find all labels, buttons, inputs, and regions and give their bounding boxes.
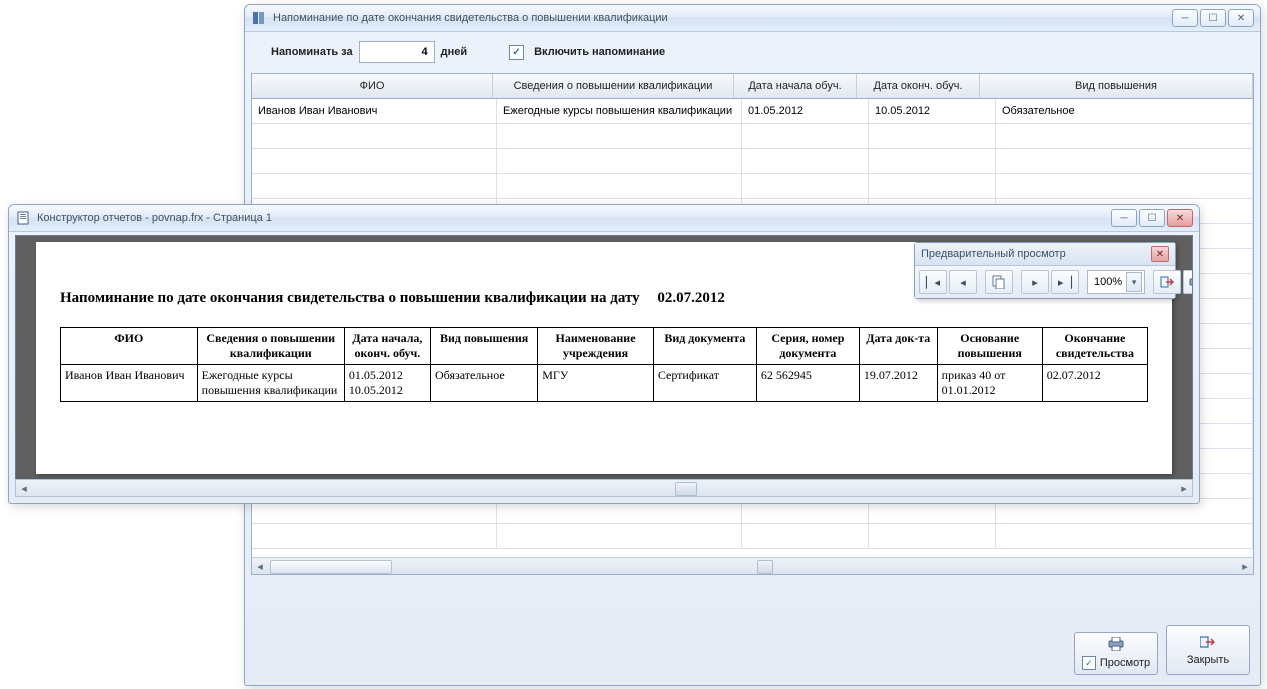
table-row[interactable]	[252, 149, 1253, 174]
table-row[interactable]	[252, 524, 1253, 549]
rpt-col: Основание повышения	[937, 328, 1042, 365]
exit-icon	[1200, 635, 1216, 652]
rpt-col: Дата начала, оконч. обуч.	[344, 328, 430, 365]
rpt-col: Дата док-та	[859, 328, 937, 365]
report-scrollbar[interactable]: ◂ ▸	[15, 479, 1193, 497]
reminder-titlebar[interactable]: Напоминание по дате окончания свидетельс…	[245, 5, 1260, 32]
close-button[interactable]: ✕	[1228, 9, 1254, 27]
preview-toolbar[interactable]: Предварительный просмотр ✕ ▏◂ ◂ ▸ ▸▕ 100…	[914, 242, 1176, 299]
column-header[interactable]: Вид повышения	[980, 74, 1253, 98]
rpt-row: Иванов Иван Иванович Ежегодные курсы пов…	[61, 365, 1148, 402]
cell-vid: Обязательное	[996, 99, 1253, 123]
scroll-left-icon[interactable]: ◂	[252, 558, 268, 574]
prev-page-button[interactable]: ◂	[949, 270, 977, 294]
first-page-button[interactable]: ▏◂	[919, 270, 947, 294]
scroll-thumb[interactable]	[675, 482, 697, 496]
cell-fio: Иванов Иван Иванович	[252, 99, 497, 123]
minimize-button[interactable]: ─	[1172, 9, 1198, 27]
remind-days-input[interactable]	[359, 41, 435, 63]
scroll-thumb[interactable]	[270, 560, 392, 574]
maximize-button[interactable]: ☐	[1200, 9, 1226, 27]
rpt-col: Сведения о повышении квалификации	[197, 328, 344, 365]
close-app-button[interactable]: Закрыть	[1166, 625, 1250, 675]
cell-end: 10.05.2012	[869, 99, 996, 123]
report-designer-window: Конструктор отчетов - povnap.frx - Стран…	[8, 204, 1200, 504]
close-preview-button[interactable]	[1153, 270, 1181, 294]
grid-scrollbar[interactable]: ◂ ▸	[252, 557, 1253, 574]
goto-page-button[interactable]	[985, 270, 1013, 294]
report-table: ФИО Сведения о повышении квалификации Да…	[60, 327, 1148, 402]
preview-label: Просмотр	[1100, 657, 1150, 669]
reminder-window-title: Напоминание по дате окончания свидетельс…	[273, 12, 668, 24]
rpt-col: Окончание свидетельства	[1042, 328, 1147, 365]
preview-toolbar-close[interactable]: ✕	[1151, 246, 1169, 262]
report-minimize-button[interactable]: ─	[1111, 209, 1137, 227]
cell-start: 01.05.2012	[742, 99, 869, 123]
preview-button[interactable]: ✓ Просмотр	[1074, 632, 1158, 675]
last-page-button[interactable]: ▸▕	[1051, 270, 1079, 294]
report-window-title: Конструктор отчетов - povnap.frx - Стран…	[37, 212, 272, 224]
preview-checkbox[interactable]: ✓	[1082, 656, 1096, 670]
scroll-right-icon[interactable]: ▸	[1176, 480, 1192, 496]
scroll-left-icon[interactable]: ◂	[16, 480, 32, 496]
enable-reminder-checkbox[interactable]: ✓	[509, 45, 524, 60]
scroll-right-icon[interactable]: ▸	[1237, 558, 1253, 574]
table-row[interactable]	[252, 124, 1253, 149]
close-label: Закрыть	[1187, 654, 1229, 666]
scroll-handle[interactable]	[757, 560, 773, 574]
report-app-icon	[15, 210, 31, 226]
table-row[interactable]	[252, 174, 1253, 199]
rpt-col: Серия, номер документа	[756, 328, 859, 365]
printer-icon	[1107, 637, 1125, 654]
remind-label: Напоминать за	[271, 46, 353, 58]
next-page-button[interactable]: ▸	[1021, 270, 1049, 294]
cell-sved: Ежегодные курсы повышения квалификации	[497, 99, 742, 123]
rpt-col: Вид документа	[653, 328, 756, 365]
remind-unit: дней	[441, 46, 468, 58]
column-header[interactable]: Дата оконч. обуч.	[857, 74, 980, 98]
rpt-col: Наименование учреждения	[538, 328, 654, 365]
rpt-col: Вид повышения	[431, 328, 538, 365]
table-row[interactable]: Иванов Иван Иванович Ежегодные курсы пов…	[252, 99, 1253, 124]
app-icon	[251, 10, 267, 26]
column-header[interactable]: Сведения о повышении квалификации	[493, 74, 734, 98]
print-button[interactable]	[1183, 270, 1193, 294]
enable-reminder-label: Включить напоминание	[534, 46, 665, 58]
report-maximize-button[interactable]: ☐	[1139, 209, 1165, 227]
zoom-select[interactable]: 100% ▾	[1087, 270, 1145, 294]
rpt-col: ФИО	[61, 328, 198, 365]
chevron-down-icon[interactable]: ▾	[1126, 272, 1142, 292]
report-close-button[interactable]: ✕	[1167, 209, 1193, 227]
preview-toolbar-title: Предварительный просмотр	[921, 248, 1066, 260]
column-header[interactable]: Дата начала обуч.	[734, 74, 857, 98]
column-header[interactable]: ФИО	[252, 74, 493, 98]
report-titlebar[interactable]: Конструктор отчетов - povnap.frx - Стран…	[9, 205, 1199, 232]
